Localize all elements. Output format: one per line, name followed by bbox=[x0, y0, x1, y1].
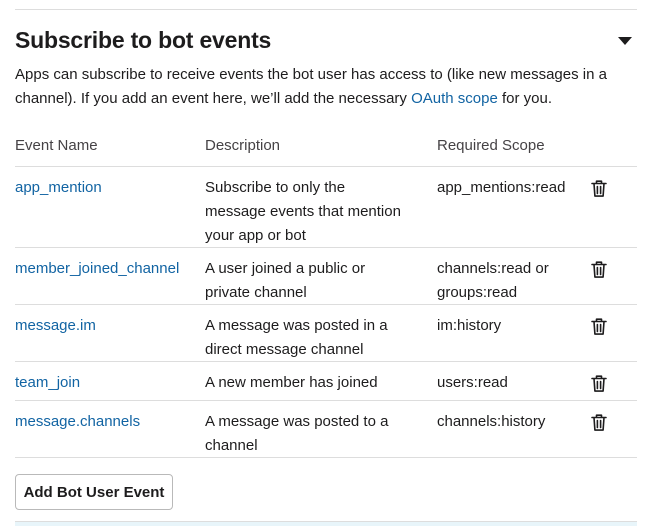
table-row: member_joined_channel A user joined a pu… bbox=[15, 248, 637, 305]
trash-icon[interactable] bbox=[591, 179, 609, 199]
section-bottom-divider bbox=[15, 521, 637, 526]
event-scope: im:history bbox=[437, 317, 502, 334]
section-description: Apps can subscribe to receive events the… bbox=[15, 63, 640, 111]
event-description: A message was posted to a channel bbox=[205, 413, 389, 454]
table-header-row: Event Name Description Required Scope bbox=[15, 127, 637, 167]
add-bot-user-event-button[interactable]: Add Bot User Event bbox=[15, 474, 173, 510]
event-name-link[interactable]: message.channels bbox=[15, 410, 200, 434]
event-name-link[interactable]: member_joined_channel bbox=[15, 257, 200, 281]
header-event-name: Event Name bbox=[15, 137, 98, 154]
description-text-end: for you. bbox=[497, 90, 553, 107]
event-name-link[interactable]: message.im bbox=[15, 314, 200, 338]
table-row: team_join A new member has joined users:… bbox=[15, 362, 637, 401]
table-row: message.im A message was posted in a dir… bbox=[15, 305, 637, 362]
event-name-link[interactable]: team_join bbox=[15, 371, 200, 395]
event-name-link[interactable]: app_mention bbox=[15, 176, 200, 200]
event-description: Subscribe to only the message events tha… bbox=[205, 179, 401, 244]
section-title: Subscribe to bot events bbox=[15, 27, 272, 53]
event-description: A new member has joined bbox=[205, 374, 378, 391]
trash-icon[interactable] bbox=[591, 413, 609, 433]
event-scope: users:read bbox=[437, 374, 508, 391]
oauth-scope-link[interactable]: OAuth scope bbox=[411, 90, 498, 107]
event-description: A user joined a public or private channe… bbox=[205, 260, 366, 301]
event-description: A message was posted in a direct message… bbox=[205, 317, 388, 358]
event-scope: app_mentions:read bbox=[437, 179, 566, 196]
caret-down-icon[interactable] bbox=[618, 37, 632, 45]
header-required-scope: Required Scope bbox=[437, 137, 545, 154]
bot-events-table: Event Name Description Required Scope ap… bbox=[15, 127, 637, 458]
trash-icon[interactable] bbox=[591, 260, 609, 280]
table-row: app_mention Subscribe to only the messag… bbox=[15, 167, 637, 248]
table-row: message.channels A message was posted to… bbox=[15, 401, 637, 458]
trash-icon[interactable] bbox=[591, 374, 609, 394]
header-description: Description bbox=[205, 137, 281, 154]
event-scope: channels:read or groups:read bbox=[437, 260, 549, 301]
event-scope: channels:history bbox=[437, 413, 546, 430]
trash-icon[interactable] bbox=[591, 317, 609, 337]
section-top-divider bbox=[15, 9, 637, 10]
